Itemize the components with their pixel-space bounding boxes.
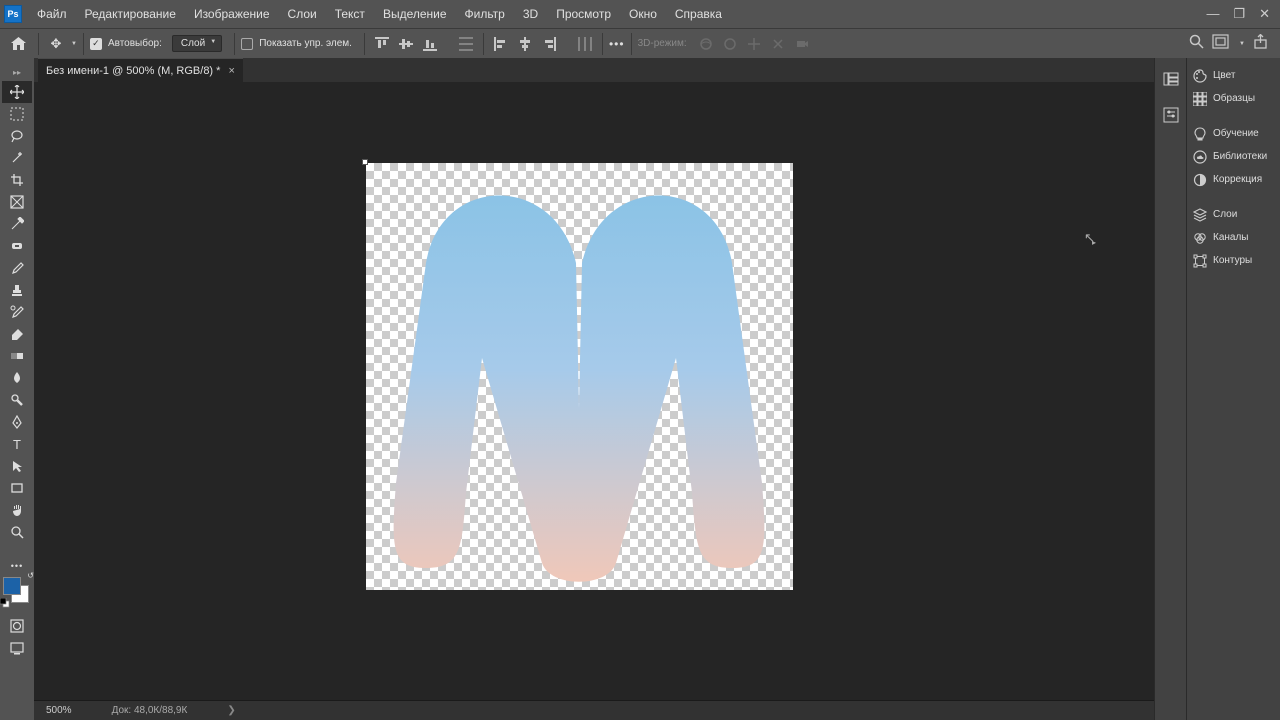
eraser-tool[interactable] — [2, 323, 32, 345]
document-tab-title: Без имени-1 @ 500% (M, RGB/8) * — [46, 65, 220, 77]
minimize-icon[interactable]: — — [1206, 6, 1219, 22]
heal-tool[interactable] — [2, 235, 32, 257]
path-select-tool[interactable] — [2, 455, 32, 477]
menu-3d[interactable]: 3D — [514, 0, 547, 28]
3d-slide-icon — [767, 33, 789, 55]
workspace-caret-icon[interactable]: ▼ — [1239, 41, 1245, 47]
3d-roll-icon — [719, 33, 741, 55]
autoselect-target-select[interactable]: Слой ▼ — [172, 35, 222, 52]
distribute-left-icon[interactable] — [574, 33, 596, 55]
wand-tool[interactable] — [2, 147, 32, 169]
svg-text:T: T — [13, 437, 21, 451]
tab-close-icon[interactable]: × — [228, 65, 234, 77]
document-canvas[interactable] — [366, 163, 793, 590]
history-panel-icon[interactable] — [1160, 68, 1182, 90]
status-caret-icon[interactable]: ❯ — [227, 705, 235, 716]
search-icon[interactable] — [1189, 34, 1204, 54]
3d-pan-icon — [743, 33, 765, 55]
menu-window[interactable]: Окно — [620, 0, 666, 28]
align-left-icon[interactable] — [490, 33, 512, 55]
swatches-grid-icon — [1193, 92, 1207, 106]
brush-tool[interactable] — [2, 257, 32, 279]
3d-camera-icon — [791, 33, 813, 55]
blur-tool[interactable] — [2, 367, 32, 389]
align-vcenter-icon[interactable] — [395, 33, 417, 55]
panel-adjustments[interactable]: Коррекция — [1187, 168, 1280, 191]
layers-icon — [1193, 208, 1207, 222]
pen-tool[interactable] — [2, 411, 32, 433]
zoom-readout[interactable]: 500% — [46, 705, 72, 716]
dodge-tool[interactable] — [2, 389, 32, 411]
menu-help[interactable]: Справка — [666, 0, 731, 28]
paths-icon — [1193, 254, 1207, 268]
panel-channels[interactable]: Каналы — [1187, 226, 1280, 249]
autoselect-checkbox[interactable]: ✓ — [90, 38, 102, 50]
autoselect-label: Автовыбор: — [108, 38, 162, 49]
close-icon[interactable]: ✕ — [1259, 6, 1270, 22]
show-controls-checkbox[interactable] — [241, 38, 253, 50]
marquee-tool[interactable] — [2, 103, 32, 125]
document-tab[interactable]: Без имени-1 @ 500% (M, RGB/8) * × — [38, 58, 243, 82]
align-right-icon[interactable] — [538, 33, 560, 55]
stamp-tool[interactable] — [2, 279, 32, 301]
tool-caret-icon[interactable]: ▼ — [71, 41, 77, 47]
artboard-icon[interactable] — [1212, 34, 1229, 54]
shape-tool[interactable] — [2, 477, 32, 499]
frame-tool[interactable] — [2, 191, 32, 213]
show-controls-label: Показать упр. элем. — [259, 38, 352, 49]
align-top-icon[interactable] — [371, 33, 393, 55]
halfcircle-icon — [1193, 173, 1207, 187]
type-tool[interactable]: T — [2, 433, 32, 455]
cursor-icon: ↖ — [1084, 230, 1095, 246]
eyedropper-tool[interactable] — [2, 213, 32, 235]
channels-icon — [1193, 231, 1207, 245]
share-icon[interactable] — [1253, 34, 1268, 54]
panel-layers[interactable]: Слои — [1187, 203, 1280, 226]
distribute-top-icon[interactable] — [455, 33, 477, 55]
gradient-tool[interactable] — [2, 345, 32, 367]
edit-toolbar-icon[interactable]: ••• — [11, 561, 23, 571]
color-swatches[interactable]: ↺ — [3, 577, 31, 605]
menu-view[interactable]: Просмотр — [547, 0, 620, 28]
move-tool[interactable] — [2, 81, 32, 103]
move-tool-icon: ✥ — [45, 33, 67, 55]
menu-layers[interactable]: Слои — [279, 0, 326, 28]
app-icon: Ps — [4, 5, 22, 23]
screenmode-tool[interactable] — [2, 637, 32, 659]
lightbulb-icon — [1193, 127, 1207, 141]
doc-size-readout[interactable]: Док: 48,0К/88,9К — [112, 705, 188, 716]
canvas-area[interactable]: ↖ — [34, 82, 1154, 700]
layer-content — [366, 163, 793, 590]
lasso-tool[interactable] — [2, 125, 32, 147]
history-brush-tool[interactable] — [2, 301, 32, 323]
hand-tool[interactable] — [2, 499, 32, 521]
swap-colors-icon[interactable]: ↺ — [27, 571, 34, 580]
menu-text[interactable]: Текст — [326, 0, 374, 28]
align-bottom-icon[interactable] — [419, 33, 441, 55]
menu-image[interactable]: Изображение — [185, 0, 279, 28]
quickmask-tool[interactable] — [2, 615, 32, 637]
properties-panel-icon[interactable] — [1160, 104, 1182, 126]
3d-orbit-icon — [695, 33, 717, 55]
home-button[interactable] — [4, 32, 32, 56]
cloud-icon — [1193, 150, 1207, 164]
menu-filter[interactable]: Фильтр — [456, 0, 514, 28]
panel-learn[interactable]: Обучение — [1187, 122, 1280, 145]
panel-libraries[interactable]: Библиотеки — [1187, 145, 1280, 168]
crop-tool[interactable] — [2, 169, 32, 191]
more-options-icon[interactable]: ••• — [609, 37, 625, 51]
panel-paths[interactable]: Контуры — [1187, 249, 1280, 272]
zoom-tool[interactable] — [2, 521, 32, 543]
panel-swatches[interactable]: Образцы — [1187, 87, 1280, 110]
menu-select[interactable]: Выделение — [374, 0, 456, 28]
maximize-icon[interactable]: ❐ — [1233, 6, 1245, 22]
panel-color[interactable]: Цвет — [1187, 64, 1280, 87]
menu-file[interactable]: Файл — [28, 0, 76, 28]
default-colors-icon[interactable] — [0, 598, 10, 608]
color-palette-icon — [1193, 69, 1207, 83]
align-hcenter-icon[interactable] — [514, 33, 536, 55]
mode3d-label: 3D-режим: — [638, 38, 687, 49]
foreground-color-swatch[interactable] — [3, 577, 21, 595]
menu-edit[interactable]: Редактирование — [76, 0, 185, 28]
